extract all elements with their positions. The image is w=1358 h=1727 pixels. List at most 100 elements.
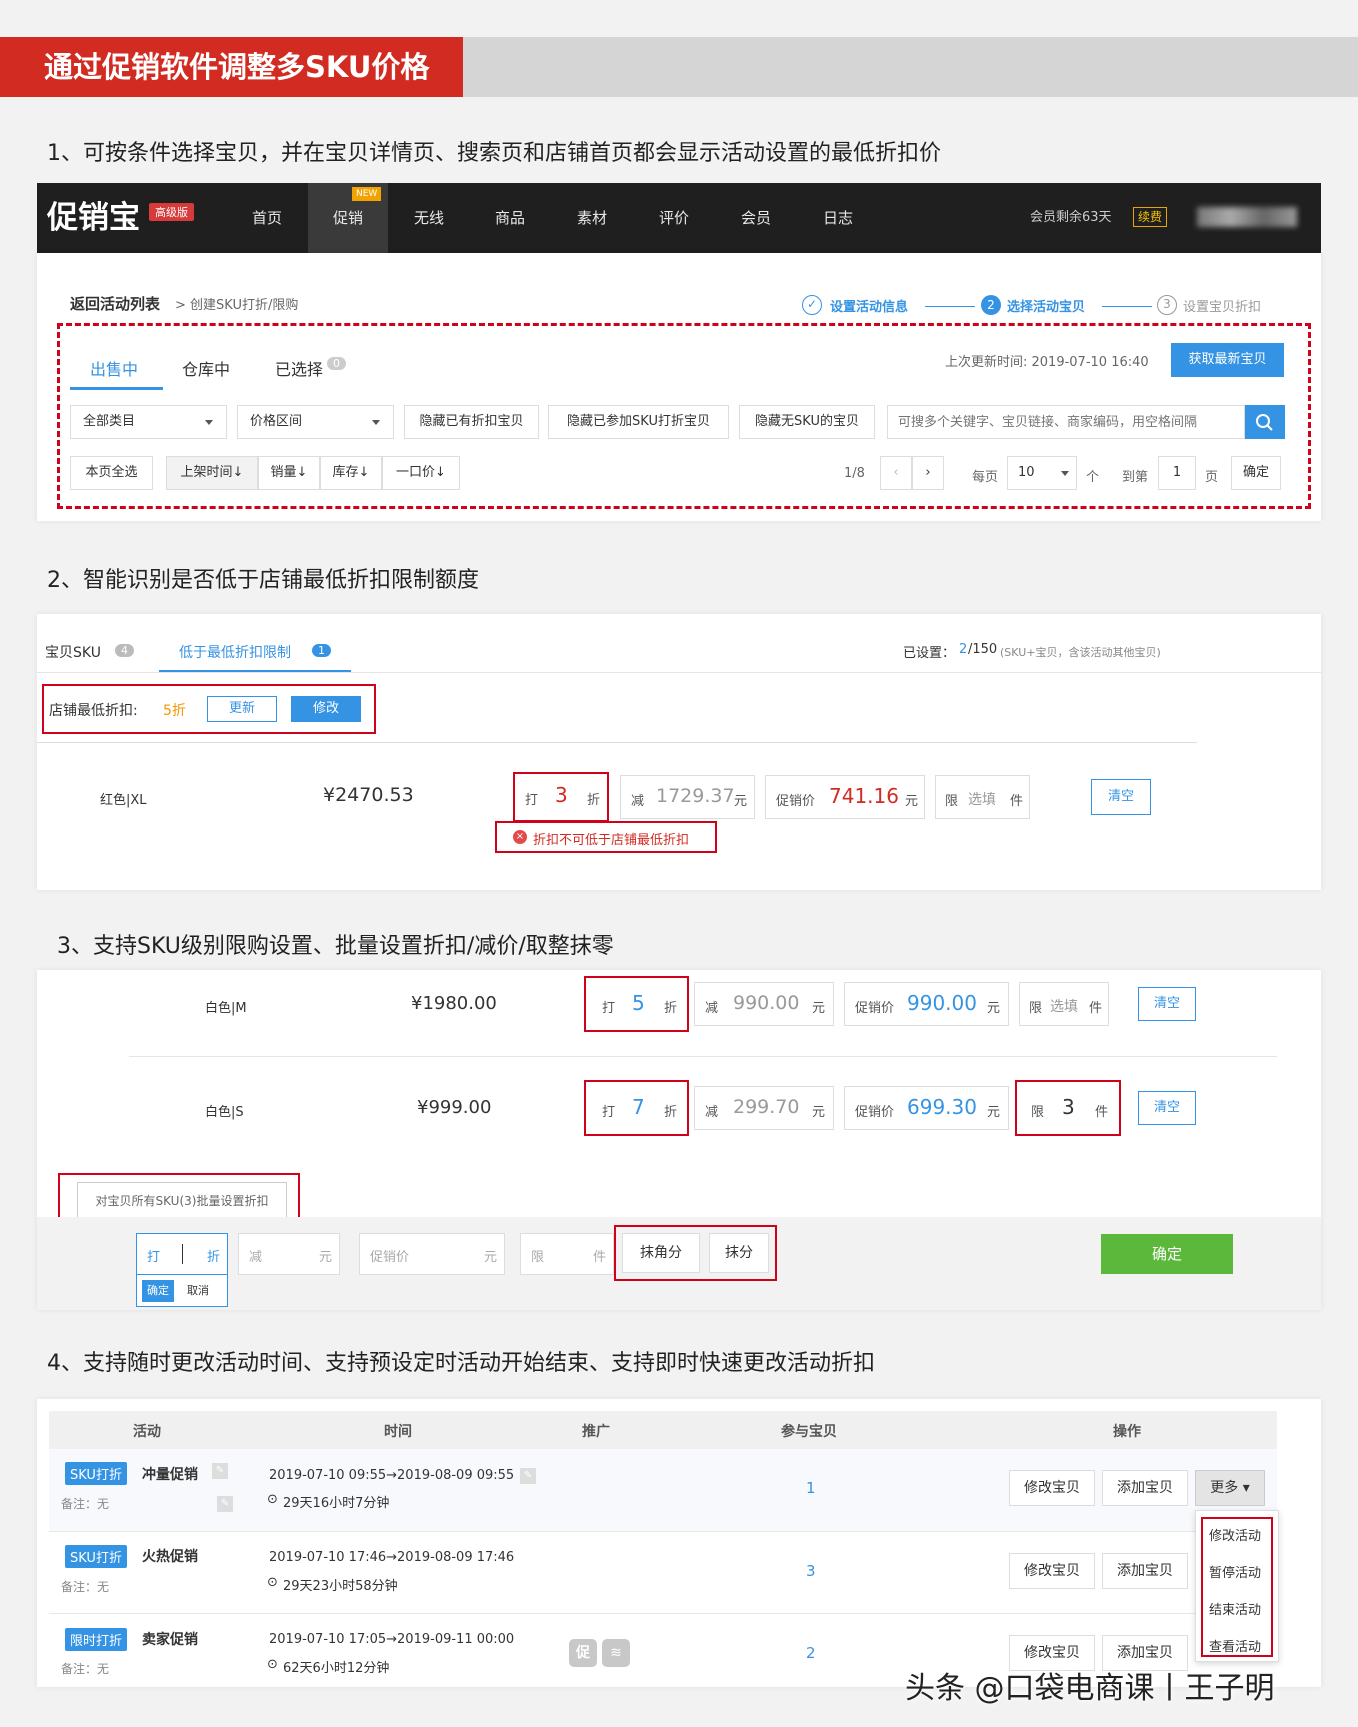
zhe-label: 折 [207, 1250, 221, 1265]
edit-items-button[interactable]: 修改宝贝 [1009, 1470, 1095, 1506]
prev-page-button[interactable]: ‹ [880, 456, 912, 490]
next-page-button[interactable]: › [912, 456, 944, 490]
promo-label: 促销价 [855, 1001, 895, 1016]
sort-sales[interactable]: 销量↓ [258, 456, 320, 490]
add-items-button[interactable]: 添加宝贝 [1102, 1470, 1188, 1506]
reduce-value: 299.70 [733, 1096, 800, 1118]
fetch-latest-button[interactable]: 获取最新宝贝 [1171, 343, 1284, 377]
jian-label: 减 [705, 1001, 719, 1016]
xian-label: 限 [1029, 1001, 1043, 1016]
nav-member[interactable]: 会员 [716, 183, 796, 253]
clear-button[interactable]: 清空 [1138, 987, 1196, 1021]
nav-goods[interactable]: 商品 [470, 183, 550, 253]
batch-reduce-input[interactable]: 减 元 [238, 1233, 340, 1275]
nav-home[interactable]: 首页 [227, 183, 307, 253]
section-3-title: 3、支持SKU级别限购设置、批量设置折扣/减价/取整抹零 [57, 934, 614, 959]
promo-price-input[interactable]: 促销价 699.30 元 [844, 1086, 1009, 1130]
batch-tooltip: 对宝贝所有SKU(3)批量设置折扣 [77, 1182, 287, 1220]
clear-button[interactable]: 清空 [1091, 779, 1151, 815]
goto-page-input[interactable]: 1 [1158, 456, 1196, 490]
back-link[interactable]: 返回活动列表 [70, 293, 160, 314]
time-left: 62天6小时12分钟 [283, 1661, 390, 1676]
batch-ok-button[interactable]: 确定 [142, 1280, 174, 1302]
hide-sku-discount-button[interactable]: 隐藏已参加SKU打折宝贝 [548, 405, 729, 439]
reduce-input[interactable]: 减 1729.37 元 [620, 775, 755, 819]
da-label: 打 [147, 1250, 161, 1265]
time-left: 29天23小时58分钟 [283, 1579, 398, 1594]
item-count[interactable]: 3 [806, 1562, 816, 1580]
limit-input[interactable]: 限 选填 件 [1019, 982, 1109, 1026]
reduce-input[interactable]: 减 990.00 元 [694, 982, 834, 1026]
below-min-count: 1 [312, 644, 331, 657]
reduce-input[interactable]: 减 299.70 元 [694, 1086, 834, 1130]
tab-below-min[interactable]: 低于最低折扣限制 [179, 642, 291, 662]
sku-price: ¥999.00 [417, 1097, 492, 1118]
min-discount-label: 店铺最低折扣: [49, 703, 138, 719]
select-all-button[interactable]: 本页全选 [70, 456, 153, 490]
more-label: 更多 [1210, 1480, 1239, 1496]
menu-view-activity[interactable]: 查看活动 [1209, 1636, 1261, 1655]
promo-icon: 促 [569, 1639, 597, 1667]
batch-confirm-button[interactable]: 确定 [1101, 1234, 1233, 1274]
price-range-select[interactable]: 价格区间 [237, 405, 394, 439]
discount-value: 5 [632, 991, 645, 1015]
discount-input-box[interactable]: 打 5 折 [584, 976, 689, 1032]
activity-name: 卖家促销 [142, 1632, 198, 1648]
text-cursor [182, 1244, 183, 1264]
set-total: /150 [968, 642, 998, 657]
chevron-down-icon [205, 420, 213, 425]
tab-warehouse[interactable]: 仓库中 [182, 356, 230, 380]
limit-input[interactable]: 限 选填 件 [935, 775, 1030, 819]
limit-input-box[interactable]: 限 3 件 [1015, 1080, 1121, 1136]
edit-icon[interactable]: ✎ [217, 1496, 233, 1512]
nav-log[interactable]: 日志 [798, 183, 878, 253]
da-label: 打 [602, 1001, 616, 1016]
edit-icon[interactable]: ✎ [212, 1463, 228, 1479]
goto-confirm-button[interactable]: 确定 [1231, 456, 1281, 490]
batch-limit-input[interactable]: 限 件 [520, 1233, 614, 1275]
promo-price-input[interactable]: 促销价 990.00 元 [844, 982, 1009, 1026]
discount-input-box[interactable]: 打 3 折 [513, 772, 609, 822]
set-value: 2 [959, 642, 968, 657]
sort-stock[interactable]: 库存↓ [320, 456, 382, 490]
tab-on-sale[interactable]: 出售中 [90, 356, 138, 380]
hide-no-sku-button[interactable]: 隐藏无SKU的宝贝 [739, 405, 875, 439]
sort-price[interactable]: 一口价↓ [382, 456, 460, 490]
round-jiao-fen-button[interactable]: 抹角分 [622, 1233, 700, 1273]
menu-edit-activity[interactable]: 修改活动 [1209, 1525, 1261, 1544]
item-count[interactable]: 1 [806, 1479, 816, 1497]
search-button[interactable] [1245, 405, 1285, 439]
promo-price-input[interactable]: 促销价 741.16 元 [765, 775, 925, 819]
batch-promo-input[interactable]: 促销价 元 [359, 1233, 505, 1275]
menu-pause-activity[interactable]: 暂停活动 [1209, 1562, 1261, 1581]
nav-review[interactable]: 评价 [634, 183, 714, 253]
renew-button[interactable]: 续费 [1133, 207, 1168, 227]
add-items-button[interactable]: 添加宝贝 [1102, 1553, 1188, 1589]
edit-items-button[interactable]: 修改宝贝 [1009, 1553, 1095, 1589]
tab-selected[interactable]: 已选择 [275, 356, 323, 380]
category-select[interactable]: 全部类目 [70, 405, 227, 439]
update-button[interactable]: 更新 [207, 696, 277, 722]
more-button[interactable]: 更多 ▾ [1195, 1470, 1265, 1506]
modify-button[interactable]: 修改 [291, 696, 361, 722]
search-input[interactable] [887, 405, 1245, 439]
error-icon: × [513, 830, 527, 844]
nav-material[interactable]: 素材 [552, 183, 632, 253]
jian-unit: 件 [1095, 1105, 1109, 1120]
discount-value: 7 [632, 1095, 645, 1119]
col-promote: 推广 [582, 1424, 610, 1440]
sort-list-time[interactable]: 上架时间↓ [166, 456, 258, 490]
hide-discounted-button[interactable]: 隐藏已有折扣宝贝 [404, 405, 539, 439]
clear-button[interactable]: 清空 [1138, 1091, 1196, 1125]
item-count[interactable]: 2 [806, 1644, 816, 1662]
batch-discount-input[interactable]: 打 折 [136, 1233, 228, 1275]
menu-end-activity[interactable]: 结束活动 [1209, 1599, 1261, 1618]
edit-icon[interactable]: ✎ [520, 1468, 536, 1484]
batch-cancel-button[interactable]: 取消 [187, 1280, 209, 1302]
nav-wireless[interactable]: 无线 [389, 183, 469, 253]
discount-input-box[interactable]: 打 7 折 [584, 1080, 689, 1136]
tab-sku[interactable]: 宝贝SKU [45, 642, 101, 662]
divider [129, 1056, 1277, 1057]
yuan-label: 元 [484, 1250, 498, 1265]
round-fen-button[interactable]: 抹分 [709, 1233, 769, 1273]
